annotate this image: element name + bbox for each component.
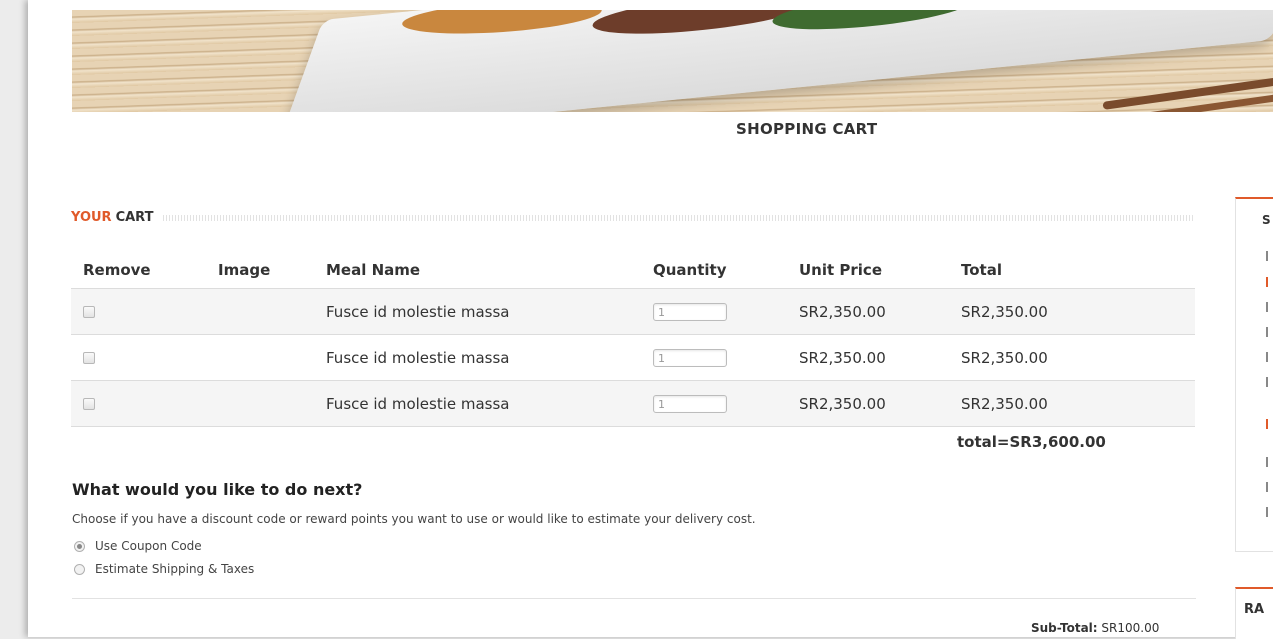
grand-total: total=SR3,600.00 — [957, 433, 1106, 451]
remove-checkbox[interactable] — [83, 306, 95, 318]
banner-image — [72, 10, 1273, 112]
option-label: Estimate Shipping & Taxes — [95, 562, 255, 576]
remove-cell — [71, 288, 218, 335]
row-total: SR2,350.00 — [961, 288, 1195, 335]
unit-price: SR2,350.00 — [799, 380, 961, 427]
header-image: Image — [218, 261, 271, 279]
remove-checkbox[interactable] — [83, 352, 95, 364]
header-meal-name: Meal Name — [326, 261, 421, 279]
table-row: Fusce id molestie massa SR2,350.00 SR2,3… — [71, 288, 1195, 335]
remove-checkbox[interactable] — [83, 398, 95, 410]
header-total: Total — [961, 261, 1002, 279]
cart-table: Remove Image Meal Name Quantity Unit Pri… — [71, 252, 1195, 427]
quantity-input[interactable] — [653, 349, 727, 368]
cart-heading-label: CART — [115, 210, 154, 225]
table-header-row: Remove Image Meal Name Quantity Unit Pri… — [71, 252, 1195, 289]
table-row: Fusce id molestie massa SR2,350.00 SR2,3… — [71, 380, 1195, 427]
header-unit-price: Unit Price — [799, 261, 882, 279]
meal-name: Fusce id molestie massa — [326, 288, 653, 335]
unit-price: SR2,350.00 — [799, 288, 961, 335]
quantity-cell — [653, 334, 799, 381]
header-quantity: Quantity — [653, 261, 727, 279]
next-steps-description: Choose if you have a discount code or re… — [72, 512, 756, 526]
row-total: SR2,350.00 — [961, 380, 1195, 427]
image-cell — [218, 334, 326, 381]
subtotal-value: SR100.00 — [1101, 621, 1160, 635]
quantity-cell — [653, 288, 799, 335]
meal-name: Fusce id molestie massa — [326, 380, 653, 427]
remove-cell — [71, 334, 218, 381]
heading-rule — [163, 214, 1195, 221]
option-label: Use Coupon Code — [95, 539, 202, 553]
sidebar-box: S — [1235, 197, 1273, 552]
unit-price: SR2,350.00 — [799, 334, 961, 381]
coupon-radio[interactable] — [74, 540, 85, 552]
cart-heading-accent: YOUR — [71, 210, 112, 225]
meal-name: Fusce id molestie massa — [326, 334, 653, 381]
image-cell — [218, 380, 326, 427]
option-use-coupon[interactable]: Use Coupon Code — [72, 539, 202, 553]
table-row: Fusce id molestie massa SR2,350.00 SR2,3… — [71, 334, 1195, 381]
divider — [72, 598, 1196, 599]
next-steps-title: What would you like to do next? — [72, 480, 363, 499]
header-remove: Remove — [83, 261, 151, 279]
cart-heading: YOUR CART — [71, 210, 1195, 225]
row-total: SR2,350.00 — [961, 334, 1195, 381]
subtotal: Sub-Total: SR100.00 — [1031, 621, 1159, 635]
image-cell — [218, 288, 326, 335]
quantity-input[interactable] — [653, 303, 727, 322]
quantity-input[interactable] — [653, 395, 727, 414]
remove-cell — [71, 380, 218, 427]
page-title: SHOPPING CART — [736, 120, 878, 138]
shipping-radio[interactable] — [74, 563, 85, 575]
quantity-cell — [653, 380, 799, 427]
sidebar-box-2-heading: RA — [1244, 602, 1265, 617]
sidebar-box-heading: S — [1262, 213, 1271, 227]
subtotal-label: Sub-Total: — [1031, 621, 1098, 635]
sidebar-box-2: RA — [1235, 587, 1273, 639]
option-estimate-shipping[interactable]: Estimate Shipping & Taxes — [72, 562, 254, 576]
